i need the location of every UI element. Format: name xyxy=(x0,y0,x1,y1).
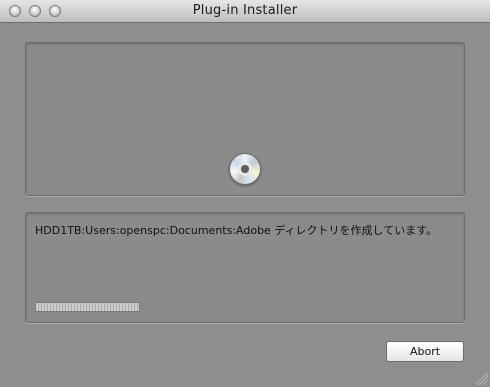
abort-button[interactable]: Abort xyxy=(386,341,464,362)
status-message: HDD1TB:Users:openspc:Documents:Adobe ディレ… xyxy=(35,224,438,237)
indeterminate-progress-bar xyxy=(35,302,140,312)
window-title: Plug-in Installer xyxy=(192,3,298,18)
resize-grip[interactable] xyxy=(476,373,488,385)
plugin-installer-window: Plug-in Installer HDD1TB:Users:openspc:D… xyxy=(0,0,490,387)
title-bar[interactable]: Plug-in Installer xyxy=(0,0,490,23)
cd-icon xyxy=(229,153,261,185)
